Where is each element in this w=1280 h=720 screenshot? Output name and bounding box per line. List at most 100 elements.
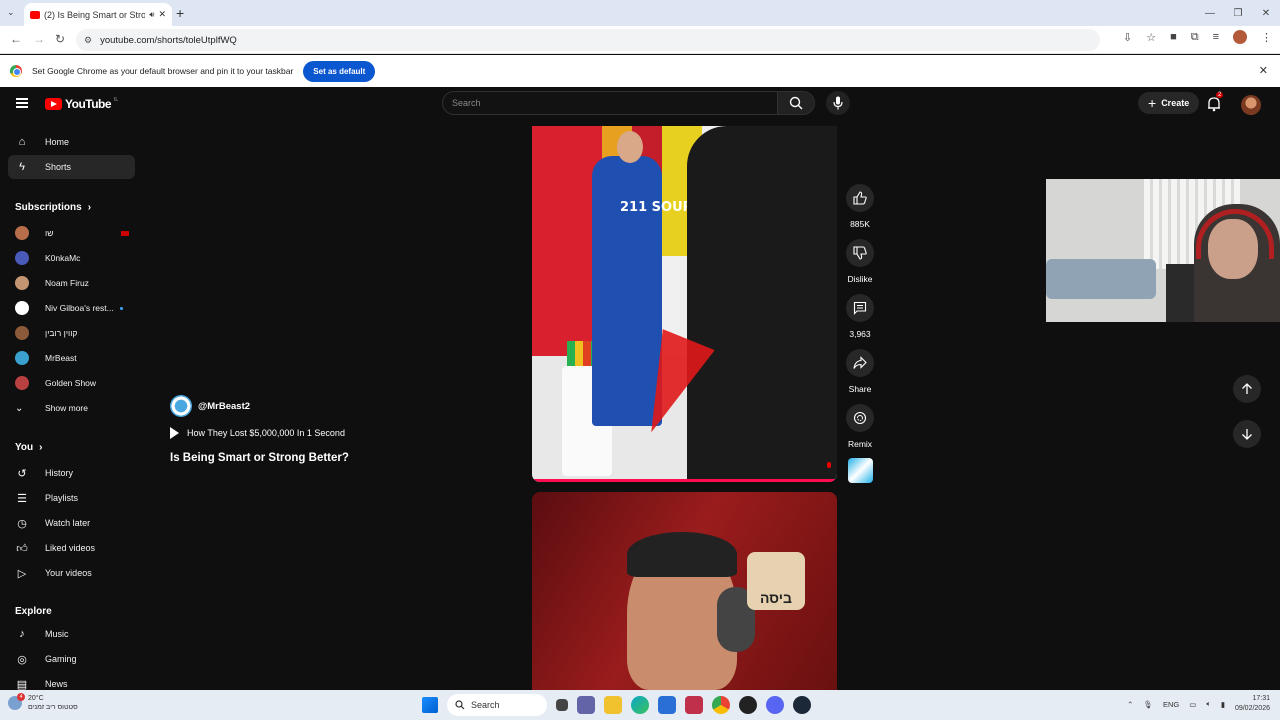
sidebar-item-history[interactable]: ↺ History: [8, 461, 135, 485]
channel-row[interactable]: @MrBeast2: [170, 395, 250, 417]
file-explorer-icon[interactable]: [604, 696, 622, 714]
set-default-button[interactable]: Set as default: [303, 60, 376, 82]
tab-search-icon[interactable]: ⌄: [7, 7, 15, 18]
channel-name[interactable]: @MrBeast2: [198, 401, 250, 412]
history-icon: ↺: [17, 467, 27, 480]
tab-close-icon[interactable]: ✕: [158, 9, 166, 20]
sidebar-item-watch-later[interactable]: ◷ Watch later: [8, 511, 135, 535]
search-input[interactable]: Search: [442, 91, 778, 115]
battery-icon[interactable]: ▮: [1221, 700, 1225, 709]
dislike-button[interactable]: Dislike: [842, 239, 878, 284]
create-button[interactable]: + Create: [1138, 92, 1200, 114]
sidebar-item-playlists[interactable]: ☰ Playlists: [8, 486, 135, 510]
infobar-close-icon[interactable]: ✕: [1259, 64, 1268, 77]
arrow-up-icon: [1242, 383, 1252, 394]
steam-icon[interactable]: [793, 696, 811, 714]
tray-chevron-up-icon[interactable]: ⌃: [1127, 700, 1133, 709]
video-progress-bar[interactable]: [532, 479, 837, 482]
thumbs-down-icon: [846, 239, 874, 267]
forward-icon[interactable]: →: [33, 32, 45, 46]
back-icon[interactable]: ←: [10, 32, 22, 46]
sidebar-item-label: Gaming: [45, 654, 77, 664]
share-label: Share: [848, 384, 872, 394]
comment-icon: [846, 294, 874, 322]
profile-avatar[interactable]: [1233, 30, 1247, 44]
volume-icon[interactable]: 🔈︎: [1206, 699, 1211, 709]
channel-avatar[interactable]: [170, 395, 192, 417]
teams-icon[interactable]: [577, 696, 595, 714]
subscription-item[interactable]: Niv Gilboa's rest...: [8, 297, 135, 319]
task-view-icon[interactable]: [556, 699, 568, 711]
search-button[interactable]: [777, 91, 815, 115]
next-short-preview[interactable]: ביסה: [532, 492, 837, 690]
windows-start-icon[interactable]: [422, 697, 438, 713]
language-indicator[interactable]: ENG: [1163, 700, 1179, 709]
next-short-button[interactable]: [1233, 420, 1261, 448]
obs-icon[interactable]: [739, 696, 757, 714]
sidebar-item-shorts[interactable]: ϟ Shorts: [8, 155, 135, 179]
install-app-icon[interactable]: ⇩: [1123, 31, 1132, 44]
app-icon[interactable]: [685, 696, 703, 714]
browser-tab[interactable]: (2) Is Being Smart or Stror 🔊︎ ✕: [24, 3, 172, 26]
extension-icon[interactable]: ■: [1170, 31, 1177, 43]
chrome-taskbar-icon[interactable]: [712, 696, 730, 714]
sound-source-thumbnail[interactable]: [848, 458, 873, 483]
network-icon[interactable]: ▭: [1189, 700, 1196, 709]
explore-heading: Explore: [15, 606, 52, 617]
short-video-player[interactable]: 211 SOUP: [532, 126, 837, 482]
comments-button[interactable]: 3,963: [842, 294, 878, 339]
liked-videos-icon: 👍︎: [16, 542, 28, 555]
bookmark-star-icon[interactable]: ☆: [1146, 31, 1156, 44]
you-heading[interactable]: You ›: [15, 442, 43, 453]
notifications-button[interactable]: 2: [1207, 92, 1224, 112]
weather-widget[interactable]: 4 20°C סטטוס ריב זמנים: [8, 693, 78, 712]
subscription-item[interactable]: Golden Show: [8, 372, 135, 394]
subscription-item[interactable]: Noam Firuz: [8, 272, 135, 294]
subscriptions-heading[interactable]: Subscriptions ›: [15, 202, 91, 213]
previous-short-button[interactable]: [1233, 375, 1261, 403]
discord-icon[interactable]: [766, 696, 784, 714]
subscription-label: Noam Firuz: [45, 278, 89, 288]
maximize-icon[interactable]: ❐: [1224, 0, 1252, 26]
chrome-menu-icon[interactable]: ⋮: [1261, 31, 1272, 44]
user-avatar[interactable]: [1241, 95, 1261, 115]
sidebar-item-liked-videos[interactable]: 👍︎ Liked videos: [8, 536, 135, 560]
voice-search-button[interactable]: [826, 91, 850, 115]
subscription-item[interactable]: K0nkaMc: [8, 247, 135, 269]
media-control-icon[interactable]: ≡: [1213, 31, 1219, 43]
chevron-down-icon: ⌄: [15, 402, 24, 414]
remix-button[interactable]: Remix: [842, 404, 878, 449]
like-button[interactable]: 885K: [842, 184, 878, 229]
browser-toolbar: ← → ↻ ⚙ youtube.com/shorts/toleUtplfWQ ⇩…: [0, 26, 1280, 54]
address-bar[interactable]: ⚙ youtube.com/shorts/toleUtplfWQ: [76, 29, 1100, 51]
subscription-item[interactable]: קווין רובין: [8, 322, 135, 344]
show-more-button[interactable]: ⌄ Show more: [8, 397, 135, 419]
sidebar-item-music[interactable]: ♪ Music: [8, 622, 135, 646]
channel-avatar: [15, 326, 29, 340]
subscription-item[interactable]: MrBeast: [8, 347, 135, 369]
plus-icon: +: [1148, 95, 1157, 111]
minimize-icon[interactable]: —: [1196, 0, 1224, 26]
extensions-puzzle-icon[interactable]: ⧉: [1191, 31, 1199, 44]
taskbar-clock[interactable]: 17:31 09/02/2026: [1235, 694, 1270, 714]
channel-avatar: [15, 276, 29, 290]
sidebar-item-gaming[interactable]: ◎ Gaming: [8, 647, 135, 671]
related-video-link[interactable]: How They Lost $5,000,000 In 1 Second: [170, 427, 345, 439]
share-button[interactable]: Share: [842, 349, 878, 394]
speaker-icon[interactable]: 🔊︎: [149, 10, 154, 20]
window-close-icon[interactable]: ✕: [1252, 0, 1280, 26]
hamburger-menu-icon[interactable]: [16, 98, 28, 108]
sidebar-item-home[interactable]: ⌂ Home: [8, 130, 135, 154]
tray-mic-icon[interactable]: 🎙︎: [1143, 700, 1153, 709]
sidebar-item-your-videos[interactable]: ▷ Your videos: [8, 561, 135, 585]
subscription-item[interactable]: שו: [8, 222, 135, 244]
shorts-icon: ϟ: [19, 161, 25, 173]
store-icon[interactable]: [658, 696, 676, 714]
youtube-logo[interactable]: YouTube IL: [45, 97, 118, 111]
edge-icon[interactable]: [631, 696, 649, 714]
reload-icon[interactable]: ↻: [55, 32, 65, 46]
new-tab-icon[interactable]: +: [176, 5, 184, 21]
site-info-icon[interactable]: ⚙: [84, 35, 92, 46]
taskbar-search[interactable]: Search: [447, 694, 547, 716]
home-icon: ⌂: [18, 136, 26, 148]
